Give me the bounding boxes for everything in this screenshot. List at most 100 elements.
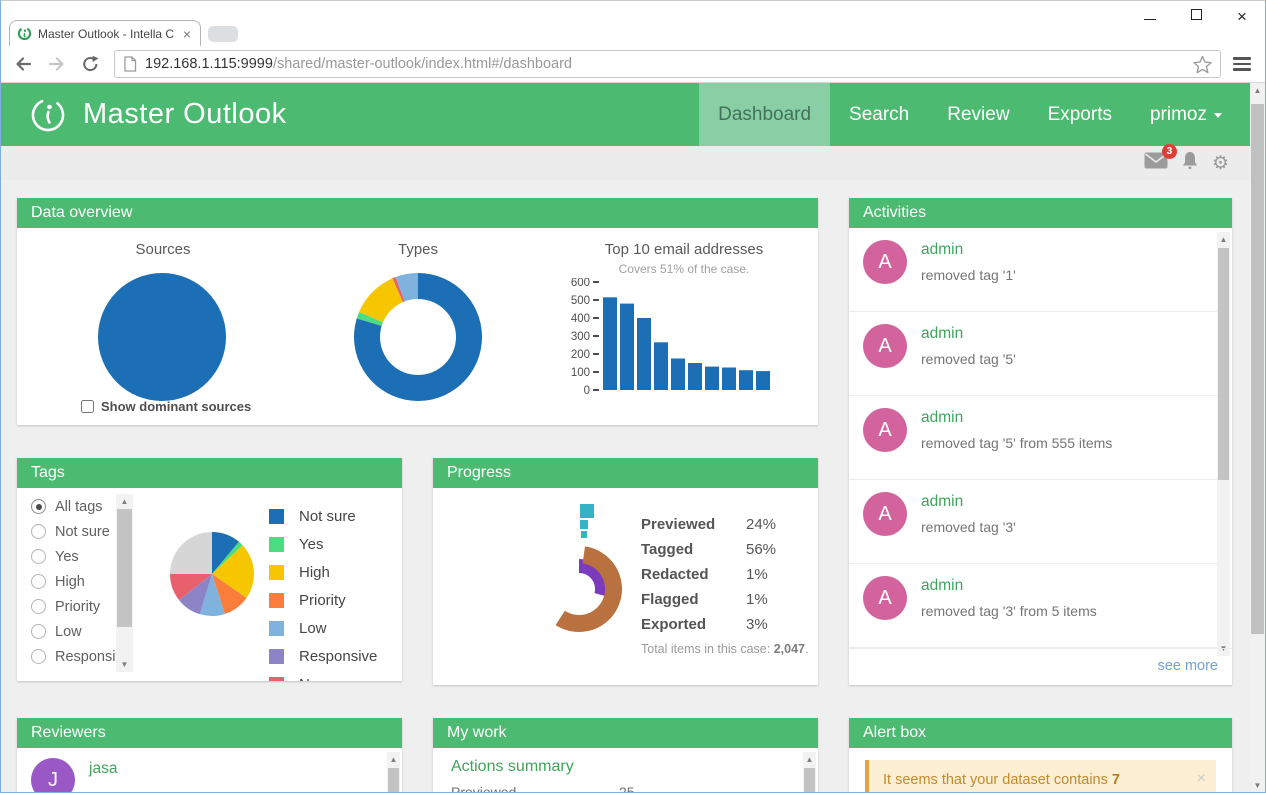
alert-close-icon[interactable]: × <box>1197 770 1206 788</box>
page-viewport: Master Outlook Dashboard Search Review E… <box>1 83 1265 793</box>
svg-text:600: 600 <box>571 278 590 289</box>
bookmark-star-icon[interactable] <box>1193 55 1212 74</box>
sources-pie-chart <box>92 267 232 407</box>
activity-item[interactable]: A admin removed tag '5' from 555 items <box>849 396 1217 480</box>
scroll-down-arrow[interactable]: ▼ <box>116 657 133 672</box>
activity-item[interactable]: A admin removed tag '3' <box>849 480 1217 564</box>
legend-item: Priority <box>269 586 377 614</box>
avatar: A <box>863 324 907 368</box>
nav-item-label: Dashboard <box>718 104 811 125</box>
alert-count: 7 <box>1112 772 1120 788</box>
app-header: Master Outlook Dashboard Search Review E… <box>1 83 1265 146</box>
radio-icon <box>31 574 46 589</box>
panel-tags: Tags All tags Not sure Yes <box>17 458 402 681</box>
scrollbar-thumb[interactable] <box>117 509 132 627</box>
nav-item[interactable]: Review <box>928 83 1028 146</box>
nav-item-label: Review <box>947 104 1009 125</box>
checkbox-label: Show dominant sources <box>101 399 251 414</box>
panel-activities: Activities A admin removed tag '1' A adm… <box>849 198 1232 685</box>
notifications-button[interactable] <box>1181 151 1199 176</box>
main-nav: Dashboard Search Review Exports primoz <box>699 83 1241 146</box>
address-bar[interactable]: 192.168.1.115:9999/shared/master-outlook… <box>114 50 1221 78</box>
tag-option-label: Low <box>55 624 82 640</box>
scroll-up-arrow[interactable]: ▲ <box>803 752 816 767</box>
activity-action: removed tag '3' from 5 items <box>921 603 1097 619</box>
scrollbar-thumb[interactable] <box>1251 104 1264 634</box>
avatar: A <box>863 240 907 284</box>
panel-reviewers: Reviewers J jasa Has claimed this case f… <box>17 718 402 793</box>
legend-label: Not sure <box>299 508 356 525</box>
nav-item[interactable]: Search <box>830 83 928 146</box>
activity-item[interactable]: A admin removed tag '5' <box>849 312 1217 396</box>
panel-progress: Progress Previewed 24% Tagged 56% Red <box>433 458 818 685</box>
bell-icon <box>1181 151 1199 171</box>
avatar: A <box>863 576 907 620</box>
back-button[interactable] <box>13 54 33 74</box>
my-work-label: Previewed <box>451 784 516 793</box>
stat-label: Flagged <box>641 591 699 608</box>
types-donut-chart <box>348 267 488 407</box>
avatar: J <box>31 758 75 793</box>
progress-stat-row: Tagged 56% <box>641 541 806 566</box>
browser-menu-icon[interactable] <box>1231 53 1253 75</box>
progress-stat-row: Flagged 1% <box>641 591 806 616</box>
reviewer-item[interactable]: J jasa Has claimed this case for review <box>17 748 402 793</box>
browser-window: Master Outlook - Intella C × × 192.168.1… <box>0 0 1266 793</box>
page-scrollbar: ▲ ▼ <box>1250 83 1265 793</box>
forward-button[interactable] <box>47 54 67 74</box>
activity-item[interactable]: A admin removed tag '1' <box>849 228 1217 312</box>
new-tab-button[interactable] <box>208 26 238 42</box>
tab-close-icon[interactable]: × <box>181 27 193 41</box>
stat-label: Previewed <box>641 516 715 533</box>
stat-value: 3% <box>746 616 768 633</box>
nav-item[interactable]: Dashboard <box>699 83 830 146</box>
radio-icon <box>31 524 46 539</box>
window-minimize-button[interactable] <box>1127 7 1173 25</box>
settings-gear-icon[interactable]: ⚙ <box>1212 154 1229 173</box>
activity-user: admin <box>921 409 963 427</box>
tag-option-label: High <box>55 574 85 590</box>
legend-label: Low <box>299 620 327 637</box>
tag-option-label: Priority <box>55 599 100 615</box>
svg-text:200: 200 <box>571 349 590 361</box>
checkbox-input[interactable] <box>81 400 94 413</box>
scroll-up-arrow[interactable]: ▲ <box>1217 232 1230 247</box>
scroll-up-arrow[interactable]: ▲ <box>116 494 133 509</box>
url-text: 192.168.1.115:9999/shared/master-outlook… <box>145 56 1193 72</box>
activity-action: removed tag '1' <box>921 267 1016 283</box>
messages-button[interactable]: 3 <box>1144 152 1168 174</box>
nav-item[interactable]: Exports <box>1029 83 1131 146</box>
legend-swatch <box>269 593 284 608</box>
alert-message: It seems that your dataset contains 7 × <box>865 760 1216 793</box>
legend-label: No <box>299 676 318 682</box>
stat-value: 24% <box>746 516 776 533</box>
scrollbar-thumb[interactable] <box>1218 248 1229 480</box>
nav-item[interactable]: primoz <box>1131 83 1241 146</box>
activity-item[interactable]: A admin removed tag '3' from 5 items <box>849 564 1217 648</box>
page-icon <box>123 56 137 72</box>
panel-title: Alert box <box>849 718 1232 748</box>
see-more-link[interactable]: see more <box>1158 658 1218 674</box>
browser-tab[interactable]: Master Outlook - Intella C × <box>9 20 201 46</box>
window-close-button[interactable]: × <box>1219 8 1265 25</box>
scroll-down-arrow[interactable]: ▼ <box>1250 778 1265 793</box>
show-dominant-sources-checkbox[interactable]: Show dominant sources <box>81 399 251 414</box>
avatar: A <box>863 492 907 536</box>
activity-user: admin <box>921 325 963 343</box>
svg-text:300: 300 <box>571 331 590 343</box>
activity-action: removed tag '3' <box>921 519 1016 535</box>
scroll-up-arrow[interactable]: ▲ <box>1250 83 1265 98</box>
scrollbar-thumb[interactable] <box>388 768 399 793</box>
panel-my-work: My work Actions summary Previewed 25 ▲ <box>433 718 818 793</box>
scrollbar-thumb[interactable] <box>804 768 815 793</box>
scroll-up-arrow[interactable]: ▲ <box>387 752 400 767</box>
reviewers-list: J jasa Has claimed this case for review <box>17 748 402 793</box>
refresh-button[interactable] <box>81 55 100 74</box>
window-maximize-button[interactable] <box>1173 7 1219 25</box>
legend-label: Responsive <box>299 648 377 665</box>
top-emails-bar-chart: 0100200300400500600 <box>563 278 795 408</box>
legend-item: Not sure <box>269 502 377 530</box>
legend-item: No <box>269 670 377 681</box>
tag-option-label: Yes <box>55 549 79 565</box>
mail-badge: 3 <box>1162 144 1177 159</box>
